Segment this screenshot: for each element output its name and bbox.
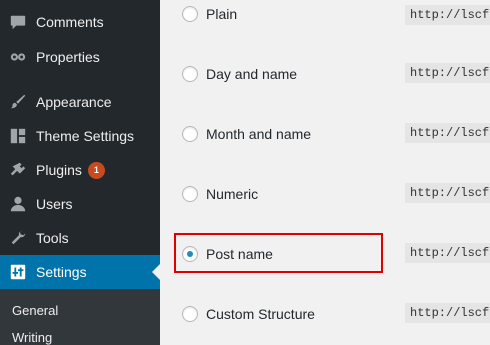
sidebar-item-users[interactable]: Users bbox=[0, 187, 160, 221]
radio-button[interactable] bbox=[182, 6, 198, 22]
submenu-item-writing[interactable]: Writing bbox=[12, 330, 52, 345]
comment-icon bbox=[8, 12, 28, 32]
settings-icon bbox=[8, 262, 28, 282]
layout-icon bbox=[8, 126, 28, 146]
permalink-option-numeric[interactable]: Numeric bbox=[182, 182, 258, 206]
settings-submenu: General Writing bbox=[0, 289, 160, 345]
permalink-option-month-and-name[interactable]: Month and name bbox=[182, 122, 311, 146]
update-count-badge: 1 bbox=[87, 161, 105, 179]
submenu-item-general[interactable]: General bbox=[12, 303, 58, 318]
permalink-example-day-and-name: http://lscf. bbox=[405, 63, 490, 83]
permalink-example-custom-structure: http://lscf. bbox=[405, 303, 490, 323]
sidebar-item-label: Settings bbox=[36, 264, 87, 280]
permalink-example-post-name: http://lscf. bbox=[405, 243, 490, 263]
option-label: Numeric bbox=[206, 186, 259, 202]
sidebar-item-tools[interactable]: Tools bbox=[0, 221, 160, 255]
option-label: Custom Structure bbox=[206, 306, 315, 322]
sidebar-item-comments[interactable]: Comments bbox=[0, 5, 160, 39]
sidebar-item-label: Users bbox=[36, 196, 73, 212]
sidebar-item-label: Properties bbox=[36, 49, 100, 65]
wrench-icon bbox=[8, 228, 28, 248]
sidebar-item-properties[interactable]: Properties bbox=[0, 40, 160, 74]
permalink-option-custom-structure[interactable]: Custom Structure bbox=[182, 302, 315, 326]
radio-button[interactable] bbox=[182, 186, 198, 202]
user-icon bbox=[8, 194, 28, 214]
admin-sidebar: Comments Properties Appearance Theme Set… bbox=[0, 0, 160, 345]
option-label: Month and name bbox=[206, 126, 312, 142]
option-label: Plain bbox=[206, 6, 238, 22]
radio-button[interactable] bbox=[182, 306, 198, 322]
highlight-box bbox=[174, 233, 383, 273]
sidebar-item-label: Theme Settings bbox=[36, 128, 135, 144]
permalink-example-plain: http://lscf. bbox=[405, 5, 490, 25]
plugin-icon bbox=[8, 160, 28, 180]
radio-button[interactable] bbox=[182, 126, 198, 142]
sidebar-item-appearance[interactable]: Appearance bbox=[0, 85, 160, 119]
paintbrush-icon bbox=[8, 92, 28, 112]
permalink-option-day-and-name[interactable]: Day and name bbox=[182, 62, 297, 86]
sidebar-item-plugins[interactable]: Plugins 1 bbox=[0, 153, 160, 187]
option-label: Day and name bbox=[206, 66, 298, 82]
sidebar-item-label: Tools bbox=[36, 230, 69, 246]
permalink-option-plain[interactable]: Plain bbox=[182, 2, 237, 26]
sidebar-item-label: Plugins bbox=[36, 162, 82, 178]
sidebar-item-settings[interactable]: Settings bbox=[0, 255, 160, 289]
sidebar-item-theme-settings[interactable]: Theme Settings bbox=[0, 119, 160, 153]
permalink-example-month-and-name: http://lscf. bbox=[405, 123, 490, 143]
permalink-example-numeric: http://lscf. bbox=[405, 183, 490, 203]
sidebar-item-label: Appearance bbox=[36, 94, 112, 110]
sidebar-item-label: Comments bbox=[36, 14, 104, 30]
owl-icon bbox=[8, 47, 28, 67]
current-menu-arrow bbox=[152, 264, 160, 280]
radio-button[interactable] bbox=[182, 66, 198, 82]
